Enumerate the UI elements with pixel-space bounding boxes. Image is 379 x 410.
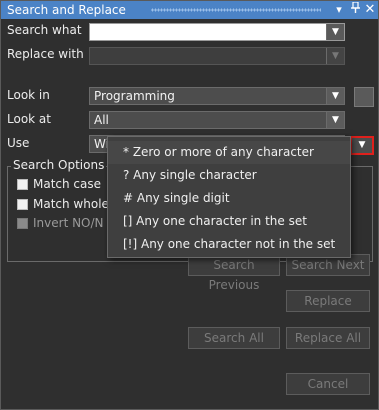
search-all-button[interactable]: Search All [188,327,280,349]
search-options-title: Search Options [11,158,107,172]
window-title: Search and Replace [7,3,126,17]
title-grip[interactable] [151,8,321,12]
chevron-down-icon[interactable]: ▼ [326,24,344,40]
look-in-select[interactable]: Programming ▼ [89,87,345,105]
replace-with-input[interactable]: ▼ [89,47,345,65]
wildcard-menu-item[interactable]: [] Any one character in the set [108,210,350,233]
chevron-down-icon[interactable]: ▼ [326,48,344,64]
match-case-option[interactable]: Match case [17,177,101,191]
wildcard-menu-item[interactable]: [!] Any one character not in the set [108,233,350,256]
wildcard-menu-item[interactable]: * Zero or more of any character [108,141,350,164]
chevron-down-icon[interactable]: ▾ [332,1,346,19]
look-in-label: Look in [7,88,50,102]
wildcard-dropdown-button[interactable]: ▼ [350,136,374,155]
chevron-down-icon[interactable]: ▼ [326,88,344,104]
search-replace-panel: Search and Replace ▾ ✕ Search what ▼ Rep… [0,0,379,410]
browse-button[interactable] [354,87,374,107]
match-case-checkbox[interactable] [17,178,28,190]
wildcard-menu-item[interactable]: # Any single digit [108,187,350,210]
invert-checkbox [17,217,28,229]
replace-with-label: Replace with [7,47,84,61]
wildcard-menu: * Zero or more of any character ? Any si… [107,136,351,258]
match-whole-option[interactable]: Match whole [17,197,109,211]
wildcard-menu-item[interactable]: ? Any single character [108,164,350,187]
replace-button[interactable]: Replace [286,290,370,312]
invert-option: Invert NO/N [17,216,104,230]
title-bar: Search and Replace ▾ ✕ [1,1,378,19]
cancel-button[interactable]: Cancel [286,373,370,395]
search-what-label: Search what [7,23,82,37]
chevron-down-icon[interactable]: ▼ [326,112,344,128]
match-whole-checkbox[interactable] [17,198,28,210]
replace-all-button[interactable]: Replace All [286,327,370,349]
search-what-input[interactable]: ▼ [89,23,345,41]
close-icon[interactable]: ✕ [363,1,377,19]
look-at-label: Look at [7,112,51,126]
pin-icon[interactable] [348,1,362,19]
use-label: Use [7,136,30,150]
look-at-select[interactable]: All ▼ [89,111,345,129]
